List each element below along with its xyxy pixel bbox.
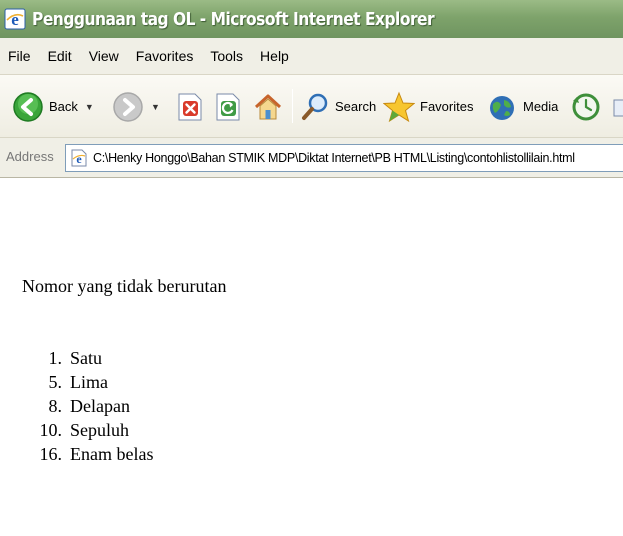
ie-logo-icon: e	[4, 8, 26, 30]
list-item-number: 10.	[39, 420, 63, 440]
search-label: Search	[335, 99, 377, 114]
refresh-button[interactable]	[214, 75, 242, 137]
page-content: Nomor yang tidak berurutan 1. Satu 5. Li…	[0, 178, 623, 536]
home-icon	[254, 94, 282, 119]
menu-edit[interactable]: Edit	[48, 48, 72, 64]
list-item-number: 16.	[39, 444, 63, 464]
list-item-number: 8.	[48, 396, 63, 416]
address-url: C:\Henky Honggo\Bahan STMIK MDP\Diktat I…	[93, 151, 575, 165]
menu-tools[interactable]: Tools	[210, 48, 243, 64]
list-item: 8. Delapan	[0, 396, 400, 420]
favorites-star-icon	[383, 91, 415, 122]
menu-view[interactable]: View	[89, 48, 119, 64]
menu-bar: File Edit View Favorites Tools Help	[0, 38, 623, 75]
title-bar: e Penggunaan tag OL - Microsoft Internet…	[0, 0, 623, 38]
address-input[interactable]: e C:\Henky Honggo\Bahan STMIK MDP\Diktat…	[65, 144, 623, 172]
list-item-text: Enam belas	[70, 444, 154, 464]
list-item: 10. Sepuluh	[0, 420, 400, 444]
stop-button[interactable]	[176, 75, 204, 137]
search-button[interactable]: Search	[300, 75, 377, 137]
menu-help[interactable]: Help	[260, 48, 289, 64]
address-bar: Address e C:\Henky Honggo\Bahan STMIK MD…	[0, 138, 623, 178]
standard-toolbar: Back ▼ ▼ Search Favorites Media	[0, 75, 623, 138]
history-icon	[572, 93, 600, 120]
media-icon	[490, 95, 514, 120]
list-item-text: Delapan	[70, 396, 130, 416]
window-title: Penggunaan tag OL - Microsoft Internet E…	[32, 8, 435, 30]
list-item: 16. Enam belas	[0, 444, 400, 468]
address-label: Address	[6, 149, 54, 164]
forward-arrow-icon	[113, 91, 143, 122]
back-dropdown-icon[interactable]: ▼	[85, 102, 94, 112]
list-item-text: Sepuluh	[70, 420, 130, 440]
search-icon	[302, 93, 328, 120]
list-item-text: Satu	[70, 348, 103, 368]
forward-dropdown-icon[interactable]: ▼	[151, 102, 160, 112]
favorites-button[interactable]: Favorites	[383, 75, 474, 137]
history-button[interactable]	[570, 75, 602, 137]
list-item-number: 1.	[48, 348, 63, 368]
list-item-text: Lima	[70, 372, 108, 392]
menu-favorites[interactable]: Favorites	[136, 48, 194, 64]
refresh-icon	[216, 93, 240, 120]
mail-icon	[613, 99, 623, 116]
mail-button[interactable]	[612, 75, 623, 137]
forward-button[interactable]: ▼	[112, 75, 160, 137]
stop-icon	[178, 93, 202, 120]
back-button[interactable]: Back ▼	[12, 75, 94, 137]
list-item-number: 5.	[48, 372, 63, 392]
back-arrow-icon	[13, 91, 43, 122]
svg-text:e: e	[76, 152, 82, 166]
media-button[interactable]: Media	[486, 75, 559, 137]
paragraph-text: Nomor yang tidak berurutan	[22, 276, 227, 296]
menu-file[interactable]: File	[8, 48, 31, 64]
page-icon: e	[71, 149, 87, 167]
media-label: Media	[523, 99, 559, 114]
list-item: 5. Lima	[0, 372, 400, 396]
toolbar-separator	[292, 89, 293, 123]
back-label: Back	[49, 99, 78, 114]
favorites-label: Favorites	[420, 99, 474, 114]
list-item: 1. Satu	[0, 348, 400, 372]
svg-text:e: e	[11, 10, 19, 29]
home-button[interactable]	[252, 75, 284, 137]
